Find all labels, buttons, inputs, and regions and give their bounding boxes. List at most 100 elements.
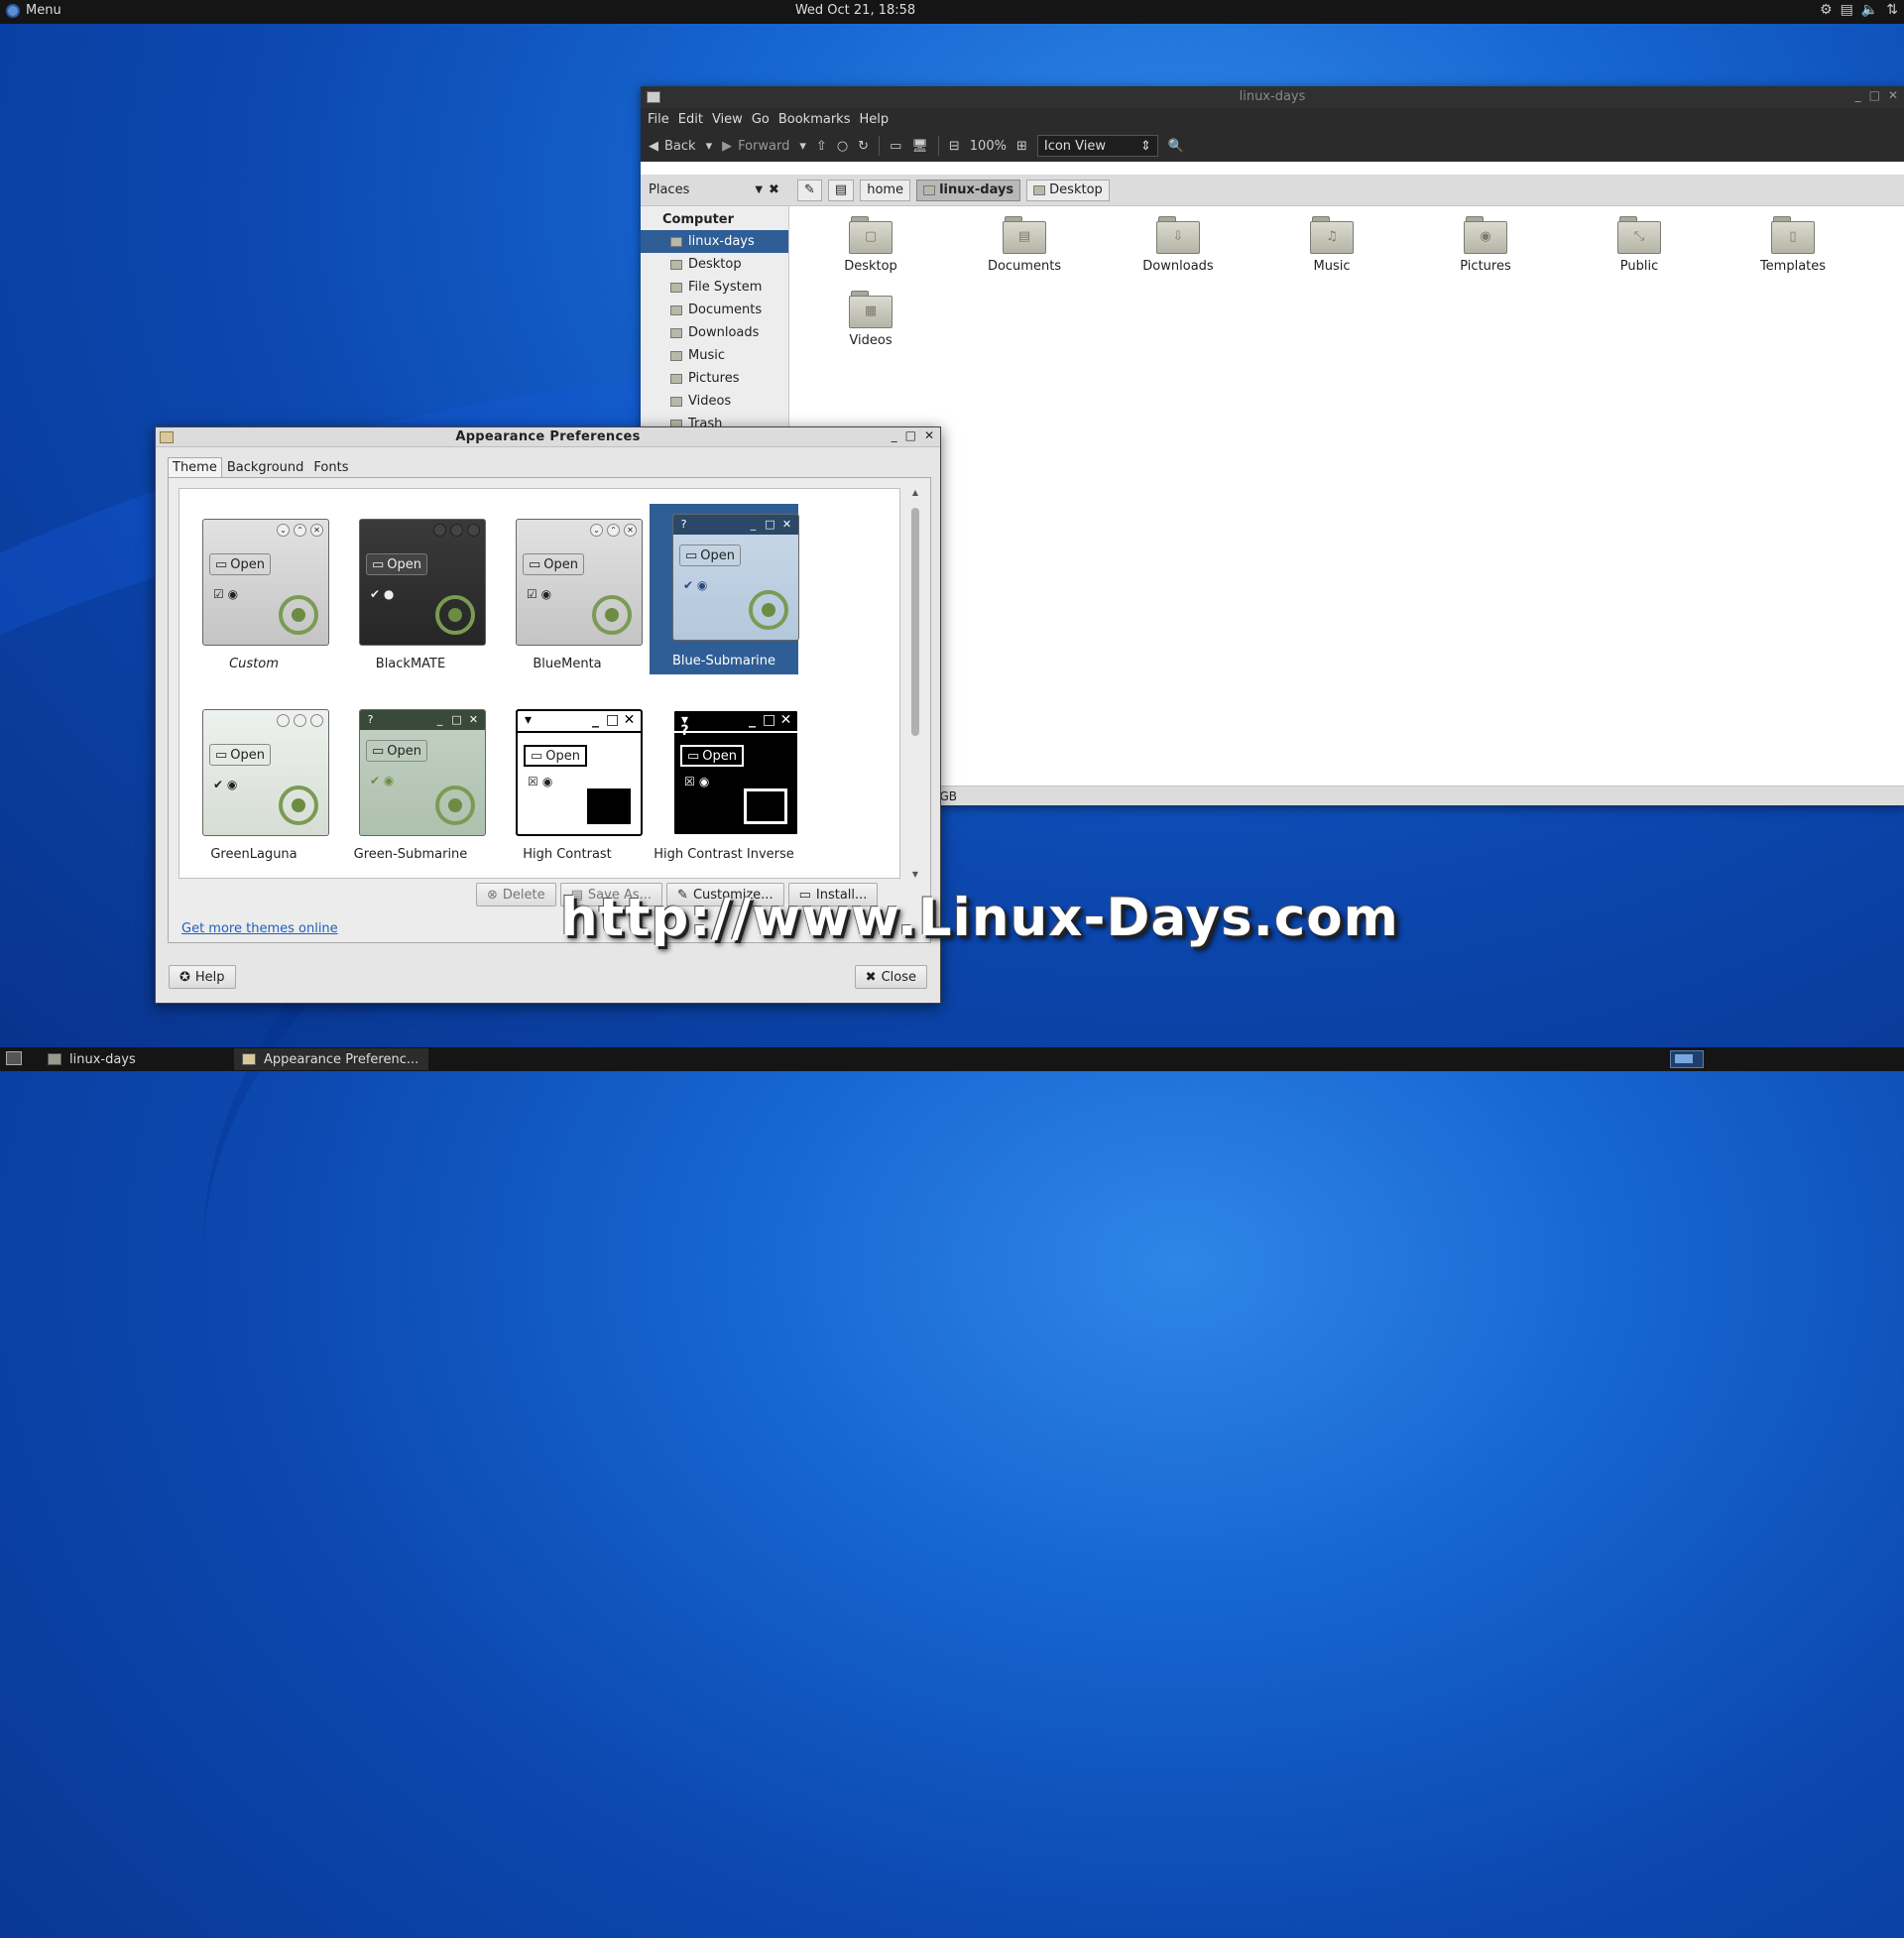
up-arrow-icon[interactable]: ⇧: [816, 139, 827, 154]
close-sidebar-icon[interactable]: ✖: [769, 182, 779, 197]
tab-background[interactable]: Background: [222, 457, 309, 478]
breadcrumb-linux-days[interactable]: linux-days: [916, 179, 1021, 201]
folder-icon: [670, 304, 682, 315]
button-dot-icon: [450, 524, 463, 537]
sidebar-item-file-system[interactable]: File System: [641, 276, 788, 299]
public-folder-icon: ⤡: [1617, 216, 1661, 254]
stop-icon[interactable]: ○: [837, 139, 848, 154]
taskbar-item-appearance[interactable]: Appearance Preferenc...: [234, 1048, 428, 1070]
menu-view[interactable]: View: [712, 112, 743, 127]
theme-greenlaguna[interactable]: ▭ Open ✔ ◉ GreenLaguna: [179, 697, 329, 868]
theme-preview: ▭ Open ✔ ◉: [202, 709, 329, 836]
places-dropdown-icon[interactable]: ▼: [755, 184, 763, 195]
breadcrumb-left-icon[interactable]: ▤: [827, 179, 855, 201]
computer-icon[interactable]: 🖥: [911, 139, 928, 154]
preview-circle-icon: [592, 595, 632, 635]
file-item-pictures[interactable]: ◉ Pictures: [1426, 216, 1545, 274]
home-folder-icon[interactable]: ▭: [890, 139, 901, 154]
theme-list: ⌄ ⌃ ✕ ▭ Open ☑ ◉ Custom ▭ Open ✔ ● BlackMATE: [178, 488, 900, 879]
show-desktop-icon[interactable]: [6, 1051, 22, 1065]
menu-bookmarks[interactable]: Bookmarks: [778, 112, 851, 127]
folder-icon: ▭: [531, 748, 543, 764]
preview-open-button: ▭ Open: [366, 740, 428, 762]
search-icon[interactable]: 🔍: [1168, 139, 1184, 154]
breadcrumb-desktop[interactable]: Desktop: [1026, 179, 1110, 201]
theme-blackmate[interactable]: ▭ Open ✔ ● BlackMATE: [336, 507, 486, 677]
theme-high-contrast-inverse[interactable]: ▾ ? _ □ ✕ ▭ Open ☒ ◉ High Contrast Inverse: [650, 697, 799, 868]
taskbar-item-linux-days[interactable]: linux-days: [40, 1048, 144, 1070]
theme-blue-submarine[interactable]: ? _ □ ✕ ▭ Open ✔ ◉ Blue-Submarine: [650, 504, 799, 674]
theme-bluementa[interactable]: ⌄ ⌃ ✕ ▭ Open ☑ ◉ BlueMenta: [493, 507, 643, 677]
theme-high-contrast[interactable]: ▾ _ □ ✕ ▭ Open ☒ ◉ High Contrast: [493, 697, 643, 868]
file-item-documents[interactable]: ▤ Documents: [965, 216, 1084, 274]
forward-button[interactable]: ▶ Forward: [722, 139, 789, 154]
view-mode-select[interactable]: Icon View ⇕: [1036, 135, 1158, 157]
drive-icon: [670, 282, 682, 293]
breadcrumb-home[interactable]: home: [860, 179, 911, 201]
chevron-up-icon: ⌃: [294, 524, 306, 537]
scrollbar-thumb[interactable]: [911, 508, 919, 736]
folder-icon: ▭: [685, 547, 698, 563]
delete-button[interactable]: ⊗ Delete: [476, 883, 556, 907]
menu-help[interactable]: Help: [859, 112, 889, 127]
tab-fonts[interactable]: Fonts: [308, 457, 353, 478]
zoom-out-icon[interactable]: ⊟: [949, 139, 960, 154]
transfer-icon[interactable]: ⇅: [1886, 2, 1898, 18]
menu-go[interactable]: Go: [752, 112, 770, 127]
sidebar-item-linux-days[interactable]: linux-days: [641, 230, 788, 253]
maximize-button[interactable]: □: [905, 428, 916, 442]
sidebar-item-documents[interactable]: Documents: [641, 299, 788, 321]
minimize-button[interactable]: _: [1855, 88, 1861, 102]
file-item-desktop[interactable]: ▢ Desktop: [811, 216, 930, 274]
workspace-switcher[interactable]: [1670, 1050, 1704, 1068]
back-arrow-icon: ◀: [649, 138, 658, 154]
minimize-button[interactable]: _: [892, 428, 897, 442]
theme-list-scrollbar[interactable]: ▲ ▼: [908, 488, 922, 879]
menu-edit[interactable]: Edit: [678, 112, 703, 127]
file-item-templates[interactable]: ▯ Templates: [1733, 216, 1852, 274]
close-window-button[interactable]: ✕: [924, 428, 934, 442]
desktop-folder-icon: ▢: [849, 216, 892, 254]
button-dot-icon: [310, 714, 323, 727]
back-history-dropdown-icon[interactable]: ▾: [706, 139, 713, 154]
theme-label: Green-Submarine: [353, 847, 468, 862]
maximize-button[interactable]: □: [1869, 88, 1880, 102]
help-button[interactable]: ✪ Help: [169, 965, 236, 989]
forward-history-dropdown-icon[interactable]: ▾: [799, 139, 806, 154]
file-item-downloads[interactable]: ⇩ Downloads: [1119, 216, 1238, 274]
zoom-in-icon[interactable]: ⊞: [1016, 139, 1027, 154]
get-more-themes-link[interactable]: Get more themes online: [181, 921, 338, 936]
sidebar-item-pictures[interactable]: Pictures: [641, 367, 788, 390]
clock[interactable]: Wed Oct 21, 18:58: [0, 3, 1711, 18]
sidebar-item-music[interactable]: Music: [641, 344, 788, 367]
folder-icon: [670, 350, 682, 361]
volume-icon[interactable]: 🔈: [1861, 2, 1878, 18]
close-button[interactable]: ✕: [1888, 88, 1898, 102]
close-button[interactable]: ✖ Close: [854, 965, 927, 989]
theme-custom[interactable]: ⌄ ⌃ ✕ ▭ Open ☑ ◉ Custom: [179, 507, 329, 677]
back-button[interactable]: ◀ Back: [649, 139, 696, 154]
sidebar-item-downloads[interactable]: Downloads: [641, 321, 788, 344]
edit-location-button[interactable]: ✎: [797, 179, 822, 201]
file-manager-titlebar[interactable]: linux-days _ □ ✕: [641, 86, 1904, 108]
theme-preview: ? _ □ ✕ ▭ Open ✔ ◉: [672, 514, 799, 641]
menu-file[interactable]: File: [648, 112, 669, 127]
sidebar-item-desktop[interactable]: Desktop: [641, 253, 788, 276]
toolbar-separator: [937, 136, 939, 156]
file-item-public[interactable]: ⤡ Public: [1580, 216, 1699, 274]
sidebar-item-videos[interactable]: Videos: [641, 390, 788, 413]
file-item-videos[interactable]: ▦ Videos: [811, 291, 930, 348]
zoom-level: 100%: [969, 138, 1007, 154]
tab-theme[interactable]: Theme: [168, 457, 222, 478]
preview-open-button: ▭ Open: [524, 745, 588, 767]
appearance-titlebar[interactable]: Appearance Preferences _ □ ✕: [156, 427, 940, 447]
reload-icon[interactable]: ↻: [858, 139, 869, 154]
settings-gear-icon[interactable]: ⚙: [1820, 2, 1833, 18]
scroll-up-icon[interactable]: ▲: [908, 488, 922, 497]
network-icon[interactable]: ▤: [1841, 2, 1853, 18]
website-watermark: http://www.Linux-Days.com: [560, 888, 1399, 948]
theme-green-submarine[interactable]: ? _ □ ✕ ▭ Open ✔ ◉ Green-Submarine: [336, 697, 486, 868]
scroll-down-icon[interactable]: ▼: [908, 870, 922, 879]
file-item-music[interactable]: ♫ Music: [1272, 216, 1391, 274]
folder-icon: [670, 396, 682, 407]
